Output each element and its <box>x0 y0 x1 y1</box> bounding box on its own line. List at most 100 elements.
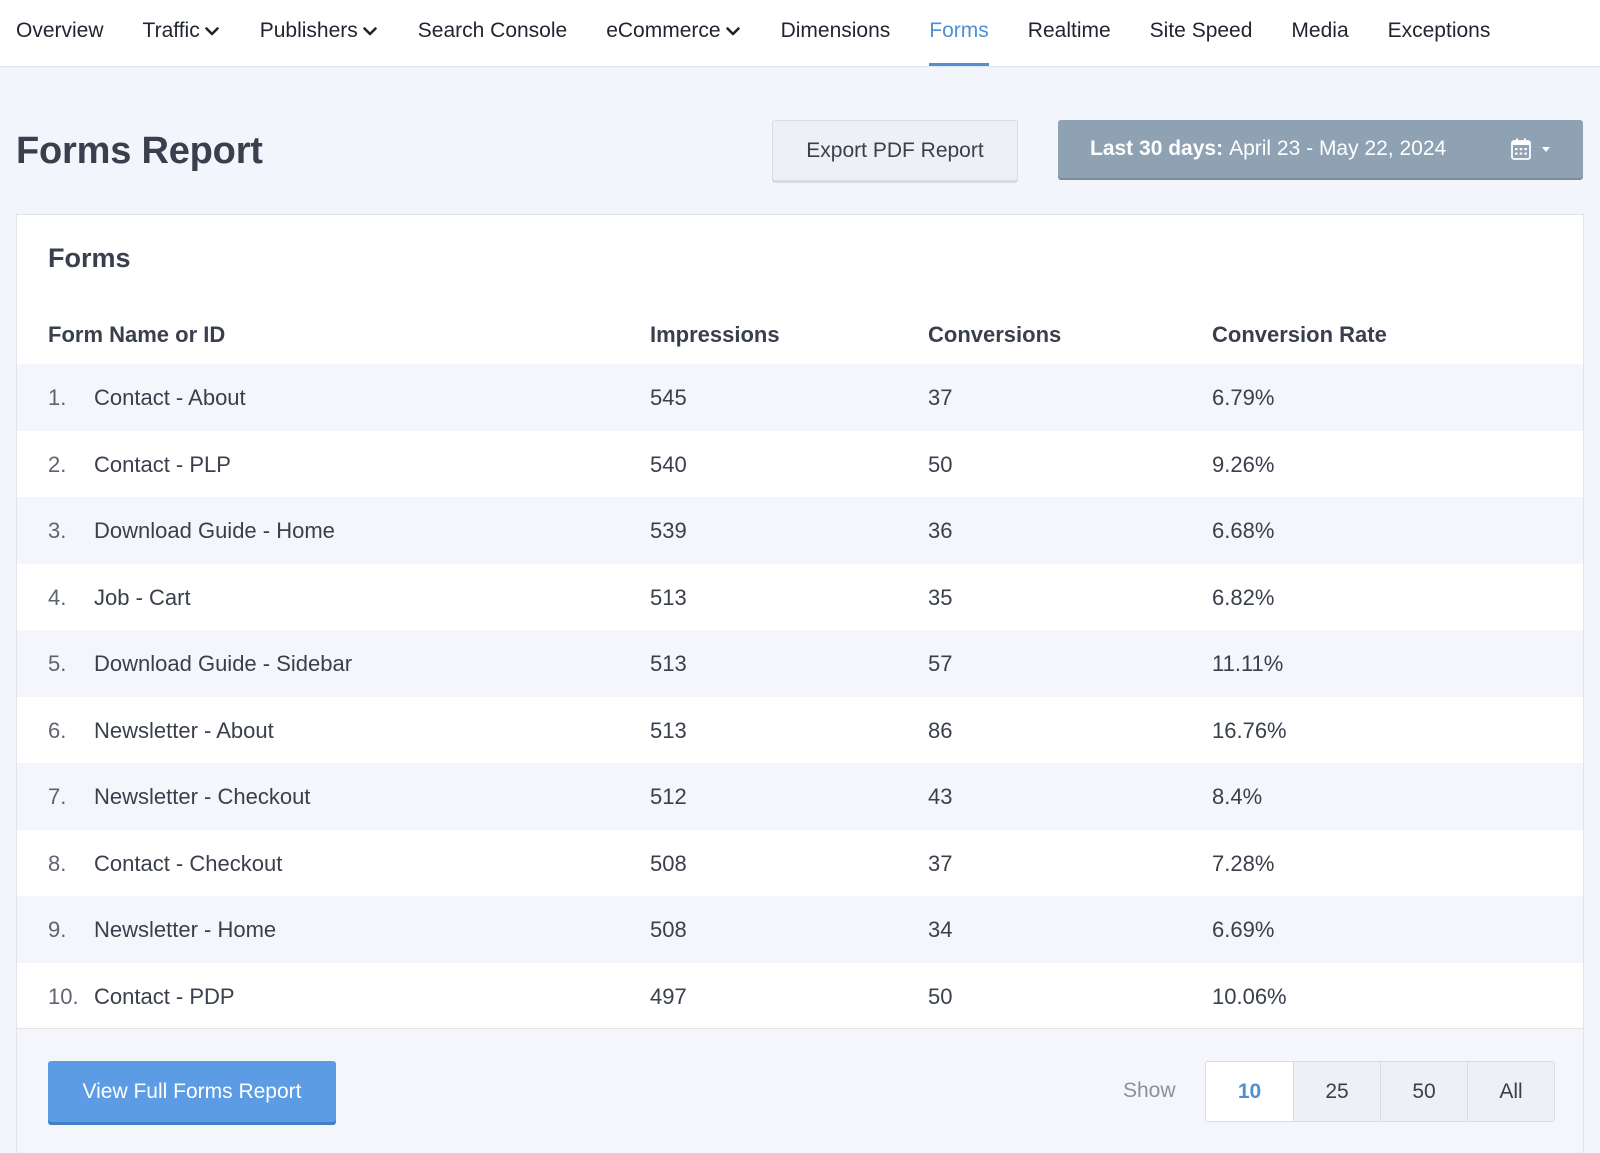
table-row: 8. Contact - Checkout 508 37 7.28% <box>17 830 1583 897</box>
form-name-cell: Contact - PLP <box>94 451 231 477</box>
row-number: 1. <box>48 385 67 410</box>
nav-item-exceptions[interactable]: Exceptions <box>1388 0 1491 66</box>
table-row: 6. Newsletter - About 513 86 16.76% <box>17 697 1583 764</box>
table-row: 7. Newsletter - Checkout 512 43 8.4% <box>17 763 1583 830</box>
form-name-cell: Contact - About <box>94 385 246 410</box>
nav-item-label: Forms <box>929 18 989 42</box>
conversion-rate-cell: 6.79% <box>1212 385 1275 410</box>
impressions-cell: 512 <box>650 784 687 809</box>
page-size-option-10[interactable]: 10 <box>1206 1062 1293 1121</box>
date-range-value: April 23 - May 22, 2024 <box>1229 137 1447 160</box>
nav-item-label: Publishers <box>259 18 358 42</box>
table-row: 10. Contact - PDP 497 50 10.06% <box>17 963 1583 1030</box>
top-nav: Overview Traffic Publishers Search Console e… <box>0 0 1600 67</box>
page-size-option-25[interactable]: 25 <box>1293 1062 1380 1121</box>
conversion-rate-cell: 11.11% <box>1212 651 1284 676</box>
caret-down-icon <box>1542 147 1550 152</box>
table-row: 9. Newsletter - Home 508 34 6.69% <box>17 896 1583 963</box>
row-number: 8. <box>48 850 67 876</box>
column-header-impressions: Impressions <box>650 322 780 347</box>
nav-item-label: Realtime <box>1027 18 1111 42</box>
nav-item-label: eCommerce <box>606 18 721 42</box>
nav-item-label: Traffic <box>142 18 200 42</box>
conversions-cell: 43 <box>928 784 953 809</box>
export-pdf-button[interactable]: Export PDF Report <box>772 120 1018 181</box>
page-size-option-all[interactable]: All <box>1467 1062 1554 1121</box>
conversion-rate-cell: 8.4% <box>1212 784 1263 809</box>
table-row: 2. Contact - PLP 540 50 9.26% <box>17 431 1583 498</box>
table-row: 5. Download Guide - Sidebar 513 57 11.11% <box>17 630 1583 697</box>
row-number: 5. <box>48 651 67 676</box>
conversion-rate-cell: 6.68% <box>1212 518 1275 543</box>
form-name-cell: Contact - PDP <box>94 983 235 1009</box>
conversions-cell: 50 <box>928 451 953 477</box>
calendar-icon <box>1511 138 1553 160</box>
nav-item-media[interactable]: Media <box>1291 0 1348 66</box>
table-header: Form Name or ID Impressions Conversions … <box>17 310 1583 360</box>
impressions-cell: 545 <box>650 385 687 410</box>
nav-item-label: Overview <box>16 18 104 42</box>
row-number: 10. <box>48 983 79 1009</box>
row-number: 7. <box>48 784 67 809</box>
conversion-rate-cell: 16.76% <box>1212 717 1287 743</box>
form-name-cell: Job - Cart <box>94 584 191 610</box>
form-name-cell: Newsletter - Checkout <box>94 784 311 809</box>
chevron-down-icon <box>724 22 742 40</box>
nav-item-label: Media <box>1291 18 1349 42</box>
form-name-cell: Newsletter - Home <box>94 917 277 942</box>
table-row: 3. Download Guide - Home 539 36 6.68% <box>17 497 1583 564</box>
chevron-down-icon <box>361 22 379 40</box>
nav-item-overview[interactable]: Overview <box>16 0 104 66</box>
impressions-cell: 513 <box>650 584 687 610</box>
panel-footer: View Full Forms Report Show 10 25 50 All <box>17 1028 1583 1153</box>
nav-item-forms[interactable]: Forms <box>929 0 989 66</box>
panel-title: Forms <box>48 243 131 273</box>
impressions-cell: 540 <box>650 451 687 477</box>
nav-item-realtime[interactable]: Realtime <box>1028 0 1111 66</box>
show-label: Show <box>1123 1079 1176 1102</box>
row-number: 3. <box>48 518 67 543</box>
conversions-cell: 35 <box>928 584 953 610</box>
column-header-name: Form Name or ID <box>48 322 226 347</box>
forms-panel: Forms Form Name or ID Impressions Conver… <box>16 214 1584 1153</box>
conversions-cell: 57 <box>928 651 953 676</box>
conversion-rate-cell: 6.82% <box>1212 584 1275 610</box>
form-name-cell: Newsletter - About <box>94 717 274 743</box>
column-header-conversions: Conversions <box>928 322 1062 347</box>
view-full-report-button[interactable]: View Full Forms Report <box>48 1061 336 1122</box>
page-size-option-50[interactable]: 50 <box>1380 1062 1467 1121</box>
row-number: 6. <box>48 717 67 743</box>
nav-item-search-console[interactable]: Search Console <box>418 0 567 66</box>
conversion-rate-cell: 9.26% <box>1212 451 1275 477</box>
conversions-cell: 36 <box>928 518 953 543</box>
row-number: 9. <box>48 917 67 942</box>
row-number: 2. <box>48 451 67 477</box>
column-header-conversion-rate: Conversion Rate <box>1212 322 1387 347</box>
impressions-cell: 508 <box>650 917 687 942</box>
date-range-prefix: Last 30 days: <box>1090 137 1224 160</box>
table-row: 4. Job - Cart 513 35 6.82% <box>17 564 1583 631</box>
export-pdf-label: Export PDF Report <box>806 138 984 162</box>
nav-item-ecommerce[interactable]: eCommerce <box>606 0 741 66</box>
conversion-rate-cell: 10.06% <box>1212 983 1287 1009</box>
conversions-cell: 86 <box>928 717 953 743</box>
nav-item-label: Dimensions <box>780 18 891 42</box>
table-row: 1. Contact - About 545 37 6.79% <box>17 364 1583 431</box>
page-title: Forms Report <box>16 130 263 172</box>
nav-item-publishers[interactable]: Publishers <box>260 0 379 66</box>
conversions-cell: 34 <box>928 917 953 942</box>
view-full-report-label: View Full Forms Report <box>82 1079 302 1103</box>
nav-item-site-speed[interactable]: Site Speed <box>1150 0 1253 66</box>
conversions-cell: 37 <box>928 385 953 410</box>
date-range-picker[interactable]: Last 30 days: April 23 - May 22, 2024 <box>1058 120 1583 178</box>
impressions-cell: 508 <box>650 850 687 876</box>
table-body: 1. Contact - About 545 37 6.79% 2. Contact - P… <box>17 364 1583 1029</box>
page-size-selector: 10 25 50 All <box>1205 1061 1555 1122</box>
impressions-cell: 497 <box>650 983 687 1009</box>
nav-item-traffic[interactable]: Traffic <box>143 0 221 66</box>
impressions-cell: 513 <box>650 717 687 743</box>
impressions-cell: 513 <box>650 651 687 676</box>
conversions-cell: 37 <box>928 850 953 876</box>
nav-item-dimensions[interactable]: Dimensions <box>781 0 891 66</box>
chevron-down-icon <box>203 22 221 40</box>
